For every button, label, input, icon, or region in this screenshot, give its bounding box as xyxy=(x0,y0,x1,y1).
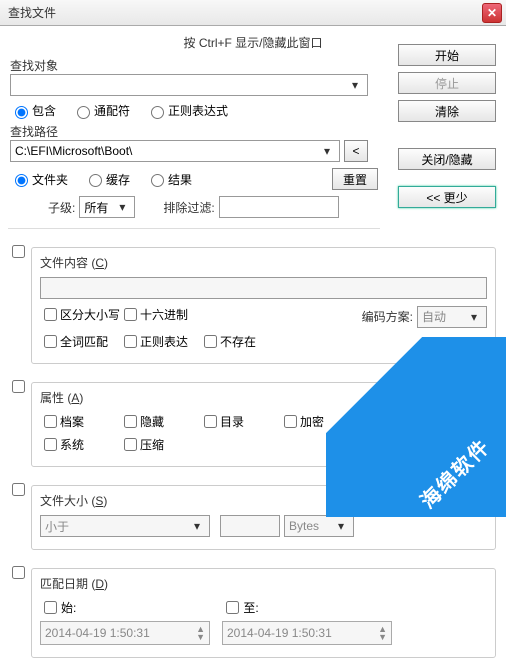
check-date-to[interactable]: 至: xyxy=(222,598,258,617)
close-hide-button[interactable]: 关闭/隐藏 xyxy=(398,148,496,170)
encoding-combo[interactable]: 自动▾ xyxy=(417,306,487,328)
start-button[interactable]: 开始 xyxy=(398,44,496,66)
section-content-title: 文件内容 (C) xyxy=(40,254,487,271)
check-encrypted[interactable]: 加密 xyxy=(280,412,360,431)
size-value-input[interactable] xyxy=(220,515,280,537)
titlebar: 查找文件 ✕ xyxy=(0,0,506,26)
spinner-icon[interactable]: ▲▼ xyxy=(378,625,387,641)
check-archive[interactable]: 档案 xyxy=(40,412,120,431)
action-sidebar: 开始 停止 清除 关闭/隐藏 << 更少 xyxy=(398,44,496,208)
target-combo[interactable]: ▾ xyxy=(10,74,368,96)
section-date-toggle[interactable] xyxy=(12,566,25,579)
check-hex[interactable]: 十六进制 xyxy=(120,305,200,324)
chevron-down-icon: ▾ xyxy=(319,144,335,158)
clear-button[interactable]: 清除 xyxy=(398,100,496,122)
reset-button[interactable]: 重置 xyxy=(332,168,378,190)
chevron-down-icon: ▾ xyxy=(347,78,363,92)
size-op-combo[interactable]: 小于▾ xyxy=(40,515,210,537)
radio-contains[interactable]: 包含 xyxy=(10,102,56,119)
exclude-label: 排除过滤: xyxy=(163,199,214,216)
radio-regex[interactable]: 正则表达式 xyxy=(146,102,228,119)
section-size-title: 文件大小 (S) xyxy=(40,492,487,509)
chevron-down-icon: ▾ xyxy=(114,200,130,214)
check-wholeword[interactable]: 全词匹配 xyxy=(40,332,120,351)
check-notexist[interactable]: 不存在 xyxy=(200,332,280,351)
check-case[interactable]: 区分大小写 xyxy=(40,305,120,324)
exclude-input[interactable] xyxy=(219,196,339,218)
date-to-input[interactable]: 2014-04-19 1:50:31 ▲▼ xyxy=(222,621,392,645)
target-label: 查找对象 xyxy=(10,57,374,74)
section-date-title: 匹配日期 (D) xyxy=(40,575,487,592)
date-from-input[interactable]: 2014-04-19 1:50:31 ▲▼ xyxy=(40,621,210,645)
path-back-button[interactable]: < xyxy=(344,140,368,162)
path-value: C:\EFI\Microsoft\Boot\ xyxy=(15,144,132,158)
sublevel-label: 子级: xyxy=(48,199,75,216)
section-attr-toggle[interactable] xyxy=(12,380,25,393)
section-size-toggle[interactable] xyxy=(12,483,25,496)
less-button[interactable]: << 更少 xyxy=(398,186,496,208)
check-dir[interactable]: 目录 xyxy=(200,412,280,431)
section-content-toggle[interactable] xyxy=(12,245,25,258)
stop-button[interactable]: 停止 xyxy=(398,72,496,94)
encoding-label: 编码方案: xyxy=(362,308,413,325)
check-regex[interactable]: 正则表达 xyxy=(120,332,200,351)
spinner-icon[interactable]: ▲▼ xyxy=(196,625,205,641)
check-date-from[interactable]: 始: xyxy=(40,598,76,617)
radio-wildcard[interactable]: 通配符 xyxy=(72,102,130,119)
content-text-input[interactable] xyxy=(40,277,487,299)
sublevel-combo[interactable]: 所有 ▾ xyxy=(79,196,135,218)
path-label: 查找路径 xyxy=(10,123,374,140)
check-compressed[interactable]: 压缩 xyxy=(120,435,200,454)
check-hidden[interactable]: 隐藏 xyxy=(120,412,200,431)
close-icon[interactable]: ✕ xyxy=(482,3,502,23)
size-unit-combo[interactable]: Bytes▾ xyxy=(284,515,354,537)
radio-cache[interactable]: 缓存 xyxy=(84,171,130,188)
window-title: 查找文件 xyxy=(4,4,482,21)
section-attr-title: 属性 (A) xyxy=(40,389,487,406)
path-combo[interactable]: C:\EFI\Microsoft\Boot\ ▾ xyxy=(10,140,340,162)
check-readonly[interactable]: 只读 xyxy=(360,412,440,431)
radio-folder[interactable]: 文件夹 xyxy=(10,171,68,188)
radio-result[interactable]: 结果 xyxy=(146,171,192,188)
check-system[interactable]: 系统 xyxy=(40,435,120,454)
